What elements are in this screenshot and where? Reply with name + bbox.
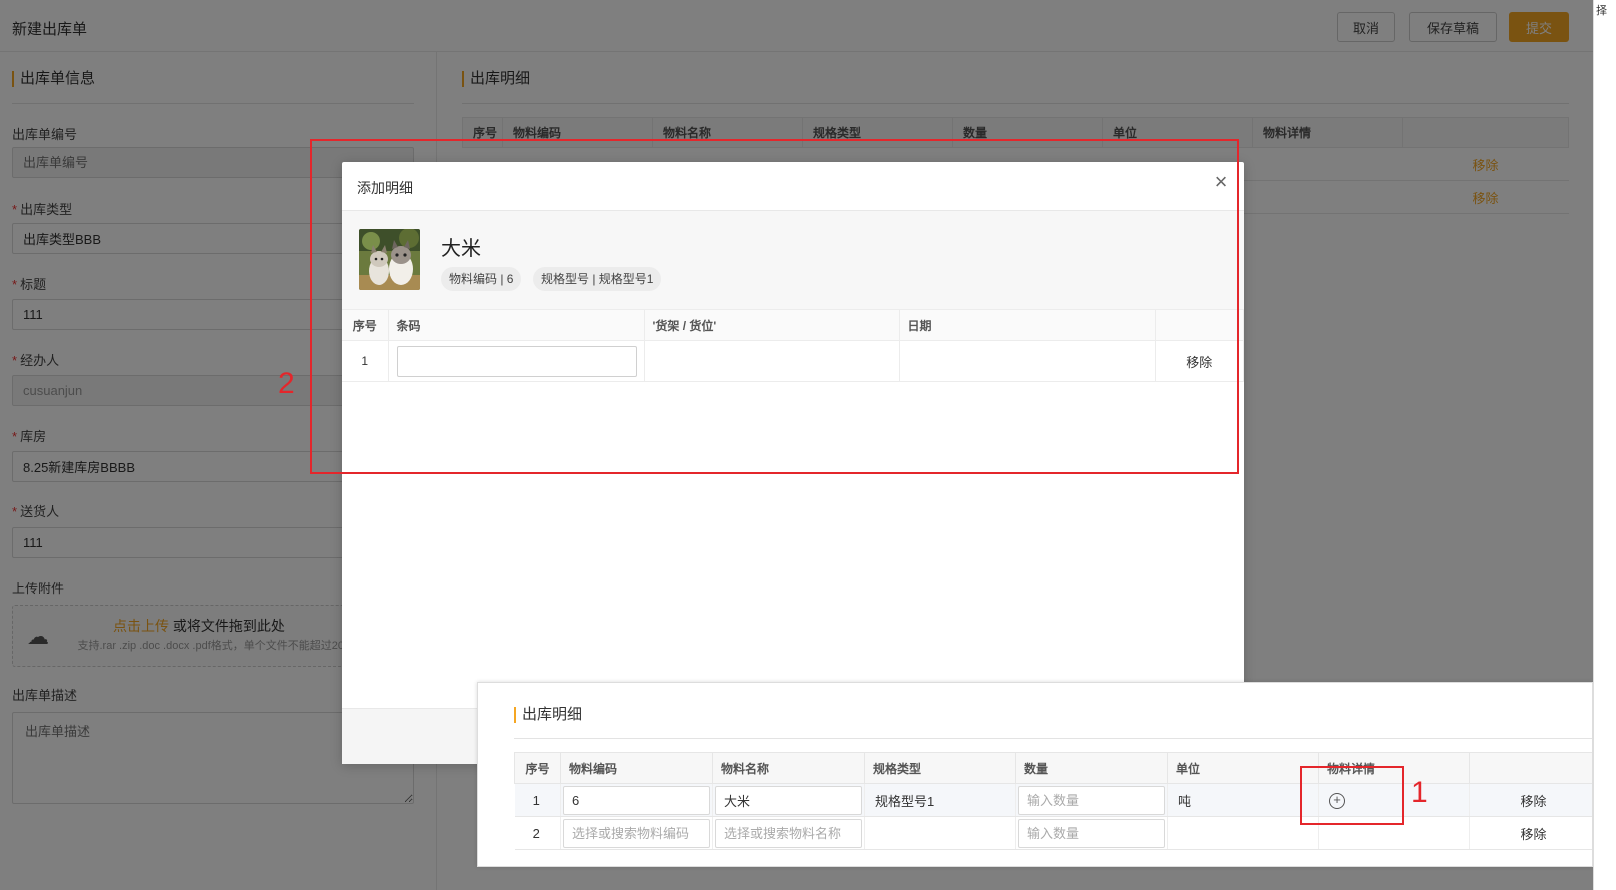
column-header: 物料编码 xyxy=(560,752,713,784)
column-header: 物料名称 xyxy=(712,752,865,784)
details-inset-screenshot: 出库明细 序号 物料编码 物料名称 规格类型 数量 单位 物料详情 1 规格型号… xyxy=(477,682,1593,867)
annotation-box-2 xyxy=(310,139,1239,474)
table-row: 2 移除 xyxy=(514,816,1592,850)
material-name-input[interactable] xyxy=(715,818,862,848)
annotation-box-1 xyxy=(1300,766,1404,825)
unit-cell xyxy=(1167,816,1319,850)
column-header: 序号 xyxy=(514,752,561,784)
table-row: 1 规格型号1 吨 + 移除 xyxy=(514,783,1592,817)
material-code-input[interactable] xyxy=(563,818,710,848)
quantity-input[interactable] xyxy=(1018,818,1165,848)
adjacent-window-strip: 择 xyxy=(1593,0,1616,890)
unit-cell: 吨 xyxy=(1167,783,1319,817)
column-header: 单位 xyxy=(1167,752,1319,784)
quantity-input[interactable] xyxy=(1018,785,1165,815)
section-divider xyxy=(514,738,1592,739)
material-code-input[interactable] xyxy=(563,785,710,815)
row-index: 1 xyxy=(514,783,561,817)
material-name-input[interactable] xyxy=(715,785,862,815)
row-index: 2 xyxy=(514,816,561,850)
spec-cell: 规格型号1 xyxy=(864,783,1016,817)
remove-link[interactable]: 移除 xyxy=(1469,816,1592,850)
spec-cell xyxy=(864,816,1016,850)
annotation-label-2: 2 xyxy=(278,367,295,400)
details-section-title: 出库明细 xyxy=(514,707,582,723)
annotation-label-1: 1 xyxy=(1411,776,1428,809)
details-table: 序号 物料编码 物料名称 规格类型 数量 单位 物料详情 1 规格型号1 吨 +… xyxy=(514,752,1592,850)
remove-link[interactable]: 移除 xyxy=(1469,783,1592,817)
strip-text: 择 xyxy=(1596,5,1607,17)
column-header xyxy=(1469,752,1592,784)
column-header: 数量 xyxy=(1015,752,1168,784)
column-header: 规格类型 xyxy=(864,752,1016,784)
